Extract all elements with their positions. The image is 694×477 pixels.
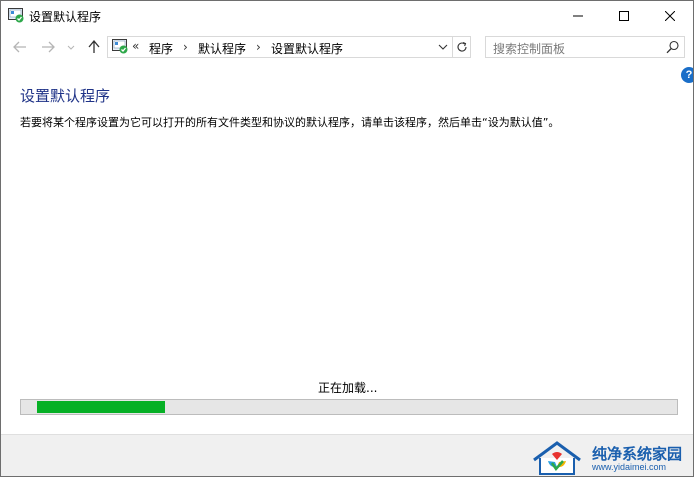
search-box[interactable]: 搜索控制面板 (485, 36, 685, 58)
up-button[interactable] (83, 36, 105, 58)
chevron-down-icon (67, 45, 75, 50)
page-title: 设置默认程序 (20, 87, 111, 105)
title-bar: 设置默认程序 (1, 1, 693, 31)
minimize-icon (573, 15, 583, 17)
breadcrumb-set-default-programs[interactable]: 设置默认程序 (271, 40, 343, 57)
refresh-icon (457, 41, 467, 52)
address-dropdown-button[interactable] (434, 37, 452, 57)
watermark-title: 纯净系统家园 (592, 445, 683, 463)
loading-text: 正在加载... (318, 381, 378, 395)
navigation-bar: « 程序 › 默认程序 › 设置默认程序 搜索控制面板 (1, 32, 693, 62)
control-panel-icon (8, 8, 24, 23)
chevron-down-icon (438, 44, 448, 50)
control-panel-window: 设置默认程序 « 程序 › 默认程序 › 设置默认程序 搜索控制面板 ? 设置默… (0, 0, 694, 477)
house-logo-icon (533, 441, 581, 475)
arrow-left-icon (13, 41, 26, 53)
forward-button[interactable] (37, 36, 59, 58)
back-button[interactable] (9, 36, 31, 58)
help-icon[interactable]: ? (681, 67, 693, 83)
arrow-right-icon (42, 41, 55, 53)
site-watermark: 纯净系统家园 www.yidaimei.com (530, 440, 694, 477)
maximize-icon (619, 11, 629, 21)
close-icon (665, 11, 675, 21)
breadcrumb-programs[interactable]: 程序 (149, 40, 173, 57)
search-icon (666, 40, 679, 54)
address-bar[interactable]: « 程序 › 默认程序 › 设置默认程序 (107, 36, 471, 58)
window-title: 设置默认程序 (29, 10, 102, 24)
page-description: 若要将某个程序设置为它可以打开的所有文件类型和协议的默认程序，请单击该程序，然后… (20, 116, 560, 129)
breadcrumb-default-programs[interactable]: 默认程序 (198, 40, 246, 57)
search-placeholder: 搜索控制面板 (493, 42, 566, 56)
arrow-up-icon (88, 40, 100, 53)
maximize-button[interactable] (601, 1, 647, 31)
breadcrumb-separator[interactable]: › (256, 40, 261, 54)
close-button[interactable] (647, 1, 693, 31)
loading-progress-bar (20, 399, 678, 415)
control-panel-icon (112, 39, 128, 54)
progress-fill (37, 401, 165, 413)
breadcrumb-separator[interactable]: › (183, 40, 188, 54)
watermark-url: www.yidaimei.com (592, 462, 667, 472)
refresh-button[interactable] (452, 37, 471, 57)
breadcrumb-overflow[interactable]: « (132, 39, 139, 53)
minimize-button[interactable] (555, 1, 601, 31)
recent-locations-button[interactable] (65, 36, 77, 58)
